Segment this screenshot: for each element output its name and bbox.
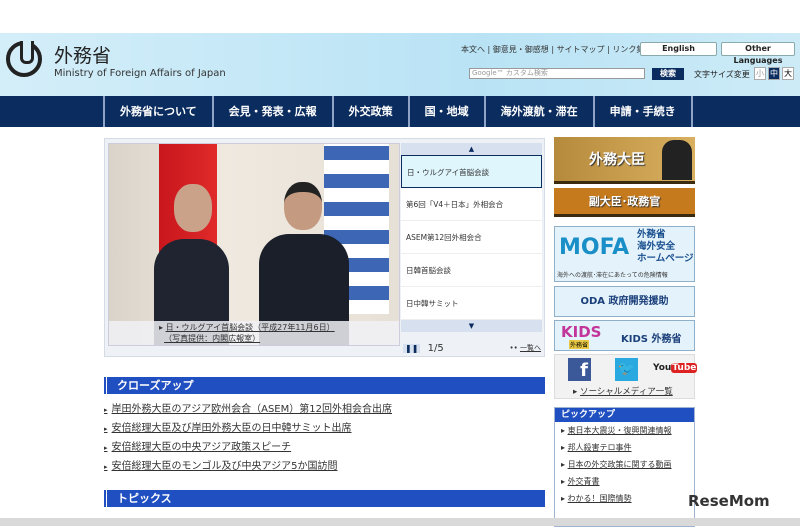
list-item[interactable]: ▸ 外交青書 xyxy=(555,473,694,490)
slide-caption[interactable]: ▸ 日・ウルグアイ首脳会談（平成27年11月6日） （写真提供：内閣広報室） xyxy=(109,321,399,345)
list-link[interactable]: 一覧へ xyxy=(520,344,541,352)
pause-icon[interactable]: ❚❚ xyxy=(403,344,421,353)
minister-label: 外務大臣 xyxy=(589,152,645,168)
slide-item[interactable]: 日中韓サミット xyxy=(401,287,542,320)
font-size-large[interactable]: 大 xyxy=(782,67,794,80)
mofa-emblem-icon[interactable] xyxy=(6,41,42,77)
minister-banner[interactable]: 外務大臣 xyxy=(554,137,695,184)
person-right-head xyxy=(284,182,322,230)
mofa-safety-banner[interactable]: MOFA 外務省 海外安全 ホームページ 海外への渡航･滞在にあたっての危険情報 xyxy=(554,226,695,282)
twitter-icon[interactable]: 🐦 xyxy=(615,358,638,381)
slide-item[interactable]: 日韓首脳会談 xyxy=(401,254,542,287)
main-nav: 外務省について 会見・発表・広報 外交政策 国・地域 海外渡航・滞在 申請・手続… xyxy=(0,96,800,127)
link-main-content[interactable]: 本文へ xyxy=(461,45,485,54)
font-size-label: 文字サイズ変更 xyxy=(694,70,750,79)
search-input[interactable]: Google™ カスタム検索 xyxy=(469,68,645,79)
font-size-medium[interactable]: 中 xyxy=(768,67,780,80)
topics-heading: トピックス xyxy=(104,490,545,507)
list-item[interactable]: ▸ 安倍総理大臣の中央アジア政策スピーチ xyxy=(104,438,392,457)
slide-down-arrow-icon[interactable]: ▼ xyxy=(401,320,542,332)
oda-banner[interactable]: ODA 政府開発援助 xyxy=(554,286,695,317)
site-name-jp[interactable]: 外務省 xyxy=(54,41,111,68)
pickup-box: ピックアップ ▸ 東日本大震災・復興関連情報 ▸ 邦人殺害テロ事件 ▸ 日本の外… xyxy=(554,407,695,527)
slide-list: ▲ 日・ウルグアイ首脳会談 第6回「V4＋日本」外相会合 ASEM第12回外相会… xyxy=(401,143,542,332)
slide-counter: 1/5 xyxy=(427,343,444,354)
font-size-small[interactable]: 小 xyxy=(754,67,766,80)
nav-press[interactable]: 会見・発表・広報 xyxy=(211,96,332,127)
list-item[interactable]: ▸ 岸田外務大臣のアジア欧州会合（ASEM）第12回外相会合出席 xyxy=(104,400,392,419)
kids-logo-sub: 外務省 xyxy=(569,340,590,349)
list-item[interactable]: ▸ 安倍総理大臣のモンゴル及び中央アジア5か国訪問 xyxy=(104,457,392,476)
youtube-icon[interactable]: YouTube xyxy=(653,363,698,373)
kids-label: KIDS 外務省 xyxy=(621,334,682,345)
english-button[interactable]: English xyxy=(640,42,717,56)
watermark: ReseMom xyxy=(688,492,770,510)
slide-item[interactable]: 第6回「V4＋日本」外相会合 xyxy=(401,188,542,221)
list-item[interactable]: ▸ 安倍総理大臣及び岸田外務大臣の日中韓サミット出席 xyxy=(104,419,392,438)
mofa-logo: MOFA xyxy=(559,235,630,260)
social-media-link[interactable]: ▸ ソーシャルメディア一覧 xyxy=(573,385,673,397)
pickup-heading: ピックアップ xyxy=(555,408,694,422)
minister-photo xyxy=(662,140,692,180)
nav-regions[interactable]: 国・地域 xyxy=(407,96,484,127)
link-sitemap[interactable]: サイトマップ xyxy=(557,45,605,54)
closeup-list: ▸ 岸田外務大臣のアジア欧州会合（ASEM）第12回外相会合出席 ▸ 安倍総理大臣及… xyxy=(104,400,392,476)
closeup-heading: クローズアップ xyxy=(104,377,545,394)
nav-policy[interactable]: 外交政策 xyxy=(331,96,408,127)
slider-controls: ❚❚ 1/5 •• 一覧へ xyxy=(403,343,541,354)
nav-about[interactable]: 外務省について xyxy=(103,96,212,127)
slide-up-arrow-icon[interactable]: ▲ xyxy=(401,143,542,155)
mofa-sub: 海外への渡航･滞在にあたっての危険情報 xyxy=(557,272,668,279)
person-left-head xyxy=(174,184,212,232)
vice-minister-banner[interactable]: 副大臣･政務官 xyxy=(554,188,695,217)
kids-banner[interactable]: KIDS 外務省 KIDS 外務省 xyxy=(554,320,695,351)
mofa-text: 外務省 海外安全 ホームページ xyxy=(637,229,694,264)
site-name-en[interactable]: Ministry of Foreign Affairs of Japan xyxy=(54,68,226,79)
slide-item[interactable]: 日・ウルグアイ首脳会談 xyxy=(401,155,542,188)
list-item[interactable]: ▸ 日本の外交政策に関する動画 xyxy=(555,456,694,473)
caption-line2[interactable]: （写真提供：内閣広報室） xyxy=(164,334,260,343)
list-item[interactable]: ▸ わかる！国際情勢 xyxy=(555,490,694,507)
nav-procedures[interactable]: 申請・手続き xyxy=(592,96,693,127)
facebook-icon[interactable]: f xyxy=(568,358,591,381)
list-item[interactable]: ▸ 邦人殺害テロ事件 xyxy=(555,439,694,456)
nav-travel[interactable]: 海外渡航・滞在 xyxy=(483,96,593,127)
list-item[interactable]: ▸ 東日本大震災・復興関連情報 xyxy=(555,422,694,439)
top-margin xyxy=(0,0,800,33)
social-media-box: f 🐦 YouTube ▸ ソーシャルメディア一覧 xyxy=(554,354,698,399)
search-button[interactable]: 検索 xyxy=(652,68,684,80)
news-slider: ▸ 日・ウルグアイ首脳会談（平成27年11月6日） （写真提供：内閣広報室） ▲… xyxy=(104,138,545,357)
top-links: 本文へ | 御意見・御感想 | サイトマップ | リンク集 xyxy=(461,45,645,54)
slide-item[interactable]: ASEM第12回外相会合 xyxy=(401,221,542,254)
link-feedback[interactable]: 御意見・御感想 xyxy=(493,45,549,54)
bottom-scroll-edge xyxy=(0,518,800,526)
other-languages-button[interactable]: Other Languages xyxy=(721,42,795,65)
caption-line1[interactable]: 日・ウルグアイ首脳会談（平成27年11月6日） xyxy=(166,323,335,332)
site-header: 外務省 Ministry of Foreign Affairs of Japan… xyxy=(0,33,800,96)
slide-photo[interactable]: ▸ 日・ウルグアイ首脳会談（平成27年11月6日） （写真提供：内閣広報室） xyxy=(108,143,400,346)
kids-logo: KIDS xyxy=(561,323,602,341)
